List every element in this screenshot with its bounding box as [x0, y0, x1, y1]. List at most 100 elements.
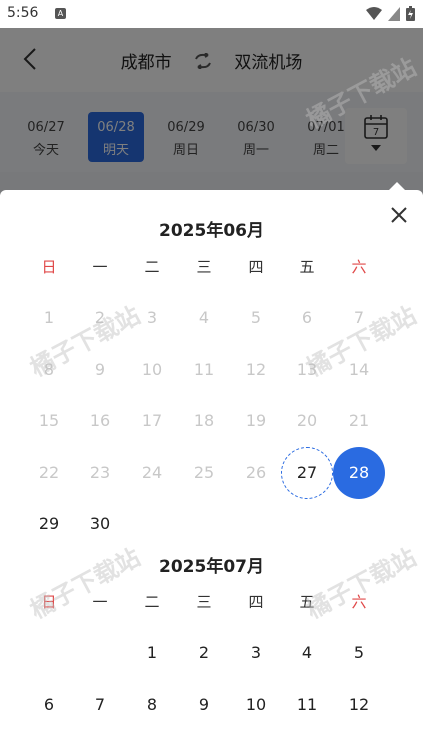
calendar-day[interactable]: 6: [23, 679, 75, 731]
calendar-day[interactable]: 9: [178, 679, 230, 731]
weekday-label: 二: [144, 593, 160, 611]
calendar-day-number: 13: [296, 359, 318, 379]
calendar-day-number: 1: [146, 643, 158, 662]
calendar-day[interactable]: 30: [74, 498, 126, 550]
calendar-day-today[interactable]: 27: [281, 446, 333, 499]
calendar-day-disabled: 4: [178, 292, 230, 344]
calendar-day[interactable]: 1: [126, 627, 178, 679]
weekday-label: 六: [351, 258, 367, 276]
calendar-day[interactable]: 2: [178, 627, 230, 679]
calendar-day[interactable]: 4: [281, 627, 333, 679]
calendar-day-number: 7: [353, 308, 365, 327]
calendar-day-disabled: 7: [333, 292, 385, 344]
signal-icon: [388, 6, 400, 21]
calendar-day-number: 10: [141, 359, 163, 379]
calendar-day-disabled: 19: [230, 395, 282, 447]
calendar-day-disabled: 25: [178, 447, 230, 499]
calendar-day[interactable]: 10: [230, 679, 282, 731]
calendar-day-number: 21: [348, 411, 370, 430]
calendar-day[interactable]: 7: [74, 679, 126, 731]
calendar-day-number: 17: [141, 411, 163, 430]
calendar-day-number: 3: [250, 643, 262, 662]
calendar-day-disabled: 26: [230, 447, 282, 499]
calendar-day-disabled: 13: [281, 344, 333, 396]
calendar-day-number: 14: [348, 359, 370, 379]
calendar-day-disabled: 12: [230, 344, 282, 396]
calendar-day-disabled: 23: [74, 447, 126, 499]
status-bar: 5:56 A: [0, 0, 423, 28]
calendar-day-number: 2: [94, 308, 106, 327]
status-icons: [366, 6, 415, 21]
calendar-day-number: 25: [193, 462, 215, 482]
calendar-day-number: 10: [245, 694, 267, 714]
calendar-day-number: 11: [193, 359, 215, 379]
calendar-day-disabled: 10: [126, 344, 178, 396]
calendar-day-number: 6: [301, 308, 313, 327]
calendar-day-number: 27: [296, 462, 318, 482]
calendar-day[interactable]: 8: [126, 679, 178, 731]
calendar-day-number: 5: [353, 643, 365, 662]
month-title: 2025年07月: [159, 557, 264, 577]
wifi-icon: [366, 6, 382, 20]
calendar-day-number: 23: [89, 462, 111, 482]
calendar-day-number: 4: [301, 643, 313, 662]
calendar-day[interactable]: 5: [333, 627, 385, 679]
calendar-day-disabled: 22: [23, 447, 75, 499]
calendar-day-disabled: 11: [178, 344, 230, 396]
weekday-label: 六: [351, 593, 367, 611]
calendar-day-disabled: 24: [126, 447, 178, 499]
weekday-label: 二: [144, 258, 160, 276]
calendar-day-number: 1: [43, 308, 55, 327]
weekday-label: 三: [196, 258, 212, 276]
weekday-header: 日一二三四五六: [0, 256, 423, 280]
notification-icon: A: [55, 8, 66, 19]
calendar-day-number: 29: [38, 514, 60, 533]
calendar-day-disabled: 15: [23, 395, 75, 447]
calendar-day-number: 8: [146, 694, 158, 714]
weekday-label: 四: [248, 258, 264, 276]
calendar-day-number: 12: [245, 359, 267, 379]
calendar-day[interactable]: 29: [23, 498, 75, 550]
weekday-label: 日: [41, 258, 57, 276]
month-title: 2025年06月: [159, 221, 264, 241]
calendar-day-number: 9: [198, 694, 210, 714]
calendar-day[interactable]: 11: [281, 679, 333, 731]
calendar-day-number: 26: [245, 462, 267, 482]
status-time: 5:56: [7, 5, 39, 21]
calendar-day[interactable]: 3: [230, 627, 282, 679]
calendar-day-disabled: 3: [126, 292, 178, 344]
calendar-day-number: 7: [94, 694, 106, 714]
calendar-day-number: 6: [43, 694, 55, 714]
calendar-day-number: 20: [296, 411, 318, 430]
calendar-day-disabled: 20: [281, 395, 333, 447]
calendar-sheet: 2025年06月 日一二三四五六 1 2 3 4 5 6 7 8 9 10 11 12 13 14 15 16…: [0, 190, 423, 752]
calendar-day-number: 19: [245, 411, 267, 430]
calendar-day-disabled: 16: [74, 395, 126, 447]
calendar-day-number: 12: [348, 694, 370, 714]
calendar-day-number: 18: [193, 411, 215, 430]
calendar-day-selected[interactable]: 28: [333, 446, 385, 499]
calendar-day-disabled: 8: [23, 344, 75, 396]
calendar-day-number: 22: [38, 462, 60, 482]
calendar-day[interactable]: 12: [333, 679, 385, 731]
calendar-day-disabled: 6: [281, 292, 333, 344]
calendar-day-number: 3: [146, 308, 158, 327]
calendar-day-number: 4: [198, 308, 210, 327]
calendar-day-number: 24: [141, 462, 163, 482]
weekday-label: 四: [248, 593, 264, 611]
weekday-label: 五: [299, 593, 315, 611]
calendar-day-disabled: 17: [126, 395, 178, 447]
calendar-day-disabled: 9: [74, 344, 126, 396]
weekday-label: 一: [92, 258, 108, 276]
calendar-day-disabled: 21: [333, 395, 385, 447]
calendar-day-number: 28: [348, 462, 370, 482]
calendar-day-number: 5: [250, 308, 262, 327]
weekday-label: 一: [92, 593, 108, 611]
calendar-day-number: 16: [89, 411, 111, 430]
calendar-day-disabled: 1: [23, 292, 75, 344]
battery-icon: [406, 6, 415, 21]
calendar-day-number: 11: [296, 694, 318, 714]
weekday-label: 日: [41, 593, 57, 611]
weekday-header: 日一二三四五六: [0, 591, 423, 615]
calendar-day-disabled: 14: [333, 344, 385, 396]
